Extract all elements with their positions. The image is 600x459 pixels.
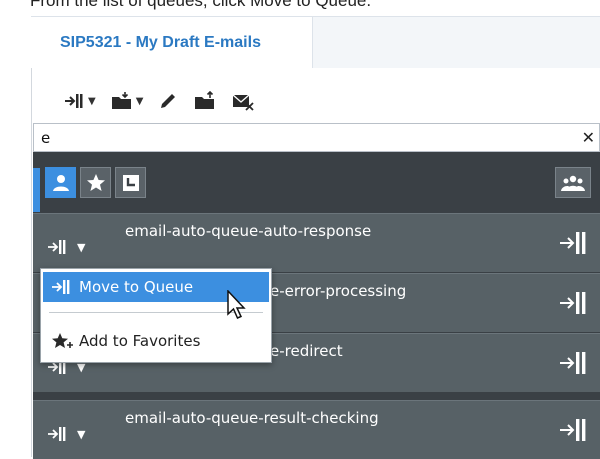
folder-move-icon <box>111 92 131 109</box>
move-to-queue-row-button[interactable] <box>559 290 589 320</box>
tab-title: SIP5321 - My Draft E-mails <box>60 34 261 51</box>
favorites-star-icon <box>86 173 105 191</box>
move-to-queue-icon <box>560 352 586 374</box>
delete-email-button[interactable] <box>231 87 255 115</box>
folder-upload-button[interactable] <box>193 87 217 115</box>
move-to-queue-icon <box>48 427 66 441</box>
move-to-queue-icon <box>51 279 79 295</box>
move-to-folder-dropdown-button[interactable]: ▼ <box>110 87 144 115</box>
tab-recent[interactable] <box>115 167 146 198</box>
team-communicator-button[interactable] <box>555 167 591 198</box>
move-to-queue-icon <box>560 419 586 441</box>
clear-search-icon[interactable]: ✕ <box>582 128 595 147</box>
add-favorite-star-icon <box>51 332 79 350</box>
move-to-queue-row-button[interactable] <box>559 350 589 380</box>
instruction-text: From the list of queues, click Move to Q… <box>30 0 372 10</box>
row-action-dropdown[interactable]: ▼ <box>47 238 85 256</box>
move-to-queue-icon <box>560 292 586 314</box>
delete-email-icon <box>232 94 255 111</box>
move-to-queue-dropdown-button[interactable]: ▼ <box>64 87 96 115</box>
queue-name: e-error-processing <box>270 282 407 300</box>
row-action-dropdown[interactable]: ▼ <box>47 425 85 443</box>
queue-search-field: ✕ <box>33 123 600 152</box>
move-to-queue-row-button[interactable] <box>559 417 589 447</box>
queue-row[interactable]: ▼ email-auto-queue-auto-response <box>33 213 600 272</box>
queue-name: email-auto-queue-result-checking <box>125 409 379 427</box>
edit-icon <box>161 94 176 108</box>
menu-item-label: Move to Queue <box>79 278 194 296</box>
menu-item-label: Add to Favorites <box>79 332 201 350</box>
chevron-down-icon: ▼ <box>88 95 96 107</box>
move-to-queue-icon <box>48 240 66 254</box>
tab-favorites[interactable] <box>80 167 111 198</box>
move-to-queue-row-button[interactable] <box>559 230 589 260</box>
move-to-queue-icon <box>560 232 586 254</box>
menu-item-add-to-favorites[interactable]: Add to Favorites <box>43 326 269 356</box>
edit-button[interactable] <box>157 87 179 115</box>
chevron-down-icon: ▼ <box>135 95 144 107</box>
folder-upload-icon <box>195 91 215 109</box>
selection-accent <box>33 168 40 212</box>
move-to-queue-icon <box>65 94 83 108</box>
agent-icon <box>52 174 69 191</box>
chevron-down-icon: ▼ <box>77 427 86 441</box>
tab-agents[interactable] <box>45 167 76 198</box>
mouse-cursor-icon <box>227 290 246 319</box>
toolbar: ▼ ▼ <box>64 86 269 116</box>
queue-search-input[interactable] <box>34 125 554 150</box>
queue-name: email-auto-queue-auto-response <box>125 222 372 240</box>
tab-strip: SIP5321 - My Draft E-mails <box>31 16 600 69</box>
tab-my-draft-emails[interactable]: SIP5321 - My Draft E-mails <box>31 17 313 69</box>
chevron-down-icon: ▼ <box>77 240 86 254</box>
queue-name: e-redirect <box>270 342 343 360</box>
results-filter-tabs <box>45 167 146 198</box>
recent-icon <box>122 174 139 191</box>
queue-row[interactable]: ▼ email-auto-queue-result-checking <box>33 400 600 459</box>
team-icon <box>561 175 585 191</box>
